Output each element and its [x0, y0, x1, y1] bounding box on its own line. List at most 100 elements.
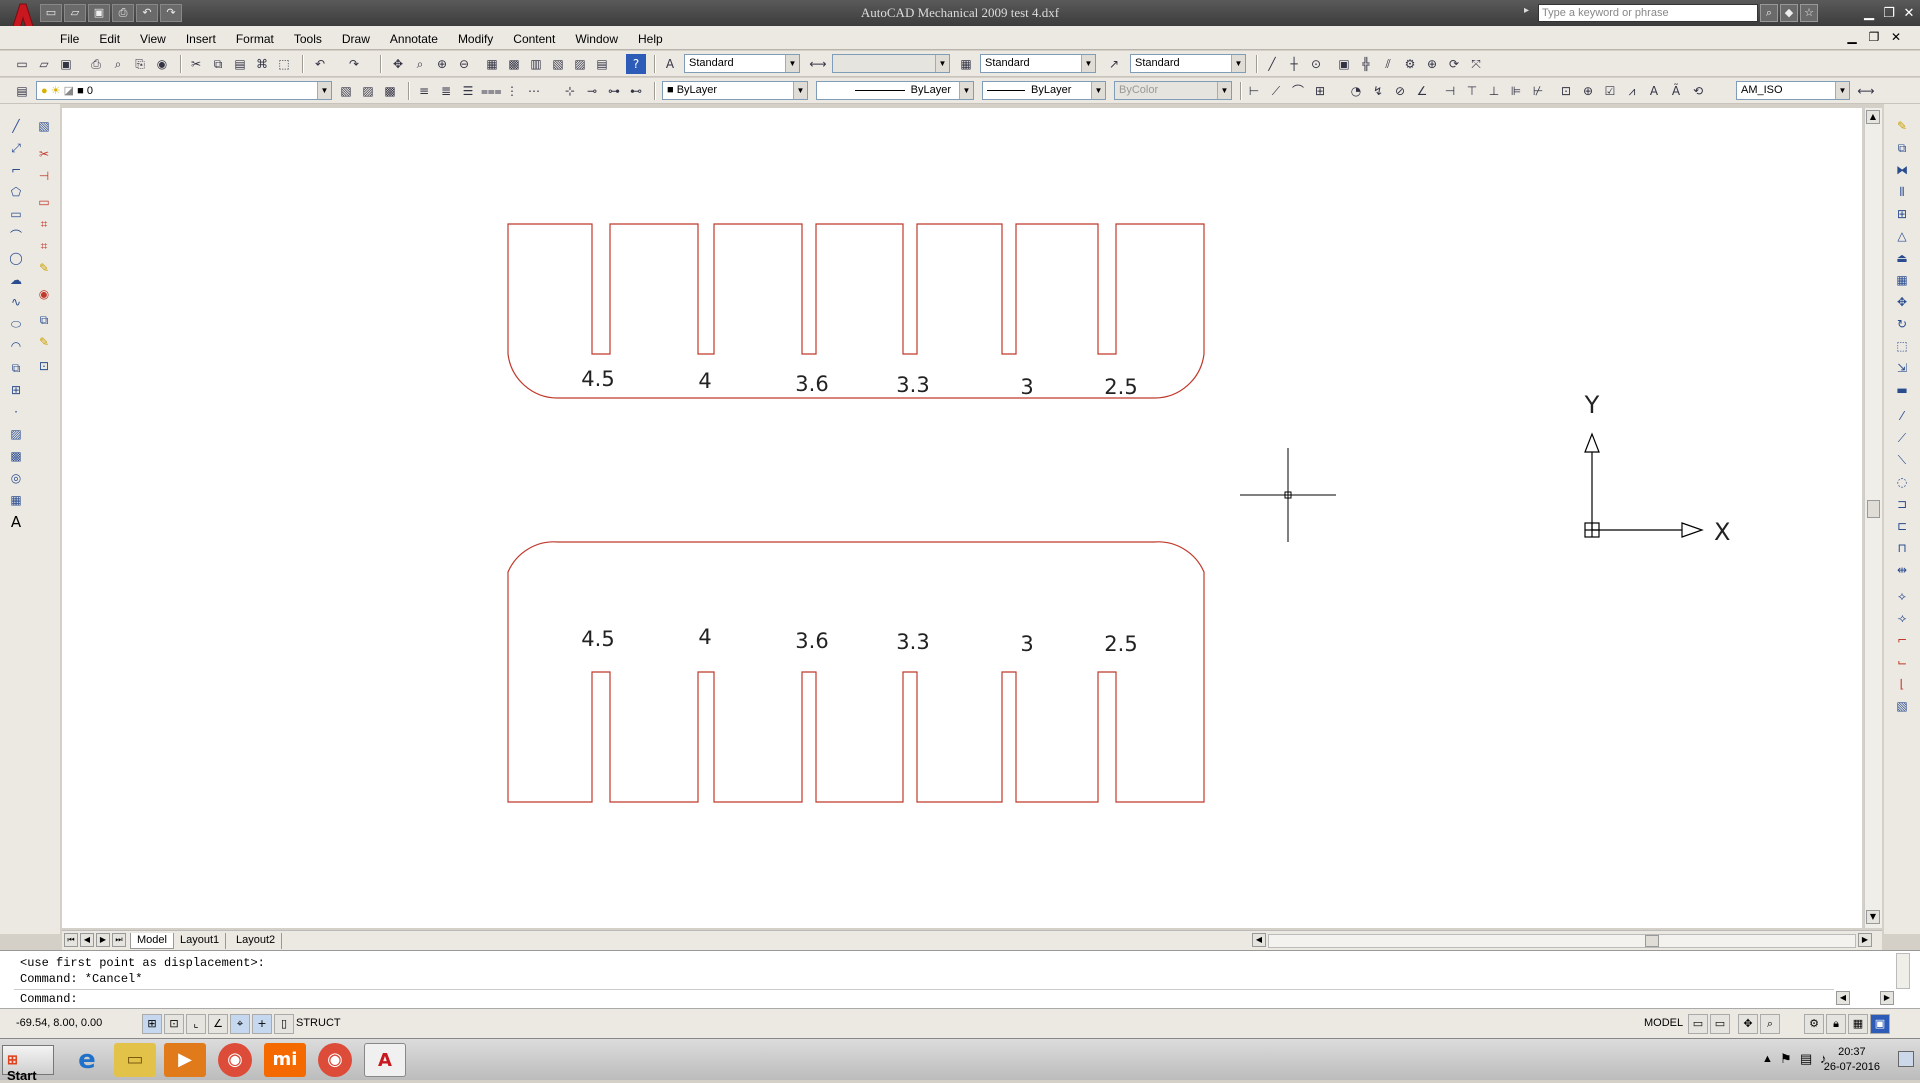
array-icon[interactable]: ⊞ [1892, 204, 1912, 224]
favorites-icon[interactable]: ☆ [1800, 4, 1818, 22]
tab-model[interactable]: Model [130, 933, 174, 949]
am-array-icon[interactable]: ▧ [1892, 696, 1912, 716]
dim-edit-icon[interactable]: A [1644, 81, 1664, 101]
dim-angular-icon[interactable]: ∠ [1412, 81, 1432, 101]
chamfer-icon[interactable]: ⌗ [34, 214, 54, 234]
scroll-up-icon[interactable]: ▲ [1866, 110, 1880, 124]
plot-icon[interactable]: ⎙ [86, 54, 106, 74]
layer-select[interactable]: ● ☀ ◪ ■ 0 ▼ [36, 81, 332, 100]
center-mark-icon[interactable]: ⊙ [1306, 54, 1326, 74]
center-mark-dim-icon[interactable]: ⊕ [1578, 81, 1598, 101]
extend-right-icon[interactable]: ⟋ [1892, 428, 1912, 448]
dim-space-icon[interactable]: ⊫ [1506, 81, 1526, 101]
menu-draw[interactable]: Draw [332, 30, 380, 48]
stretch-icon[interactable]: ⇲ [1892, 358, 1912, 378]
close-button[interactable]: ✕ [1898, 5, 1920, 23]
fillet-right-icon[interactable]: ⊓ [1892, 538, 1912, 558]
dynamic-ucs-icon[interactable]: ▯ [274, 1014, 294, 1034]
menu-format[interactable]: Format [226, 30, 284, 48]
quickcalc-icon[interactable]: ▤ [592, 54, 612, 74]
refresh-icon[interactable]: ⟳ [1444, 54, 1464, 74]
sheet-set-icon[interactable]: ▧ [548, 54, 568, 74]
scroll-right-icon[interactable]: ▶ [1858, 933, 1872, 947]
restore-button[interactable]: ❐ [1878, 5, 1900, 23]
menu-tools[interactable]: Tools [284, 30, 332, 48]
circle-icon[interactable]: ◯ [6, 248, 26, 268]
zoom-realtime-icon[interactable]: ⌕ [410, 54, 430, 74]
lock-icon[interactable]: 🔒︎ [1826, 1014, 1846, 1034]
mtext-icon[interactable]: A [6, 512, 26, 532]
dim-style-select[interactable]: ▼ [832, 54, 950, 73]
rectangle-icon[interactable]: ▭ [6, 204, 26, 224]
block-editor-icon[interactable]: ⬚ [274, 54, 294, 74]
dim-update-icon[interactable]: ⟲ [1688, 81, 1708, 101]
vertical-scrollbar[interactable]: ▲ ▼ [1864, 108, 1882, 928]
model-space-toggle[interactable]: MODEL [1644, 1017, 1683, 1029]
ortho-mode-icon[interactable]: ⌞ [186, 1014, 206, 1034]
dim-baseline-icon[interactable]: ⊤ [1462, 81, 1482, 101]
dim-linear-icon[interactable]: ⊢ [1244, 81, 1264, 101]
paste-icon[interactable]: ▤ [230, 54, 250, 74]
qnew-icon[interactable]: ▭ [12, 54, 32, 74]
tolerance-icon[interactable]: ⊡ [1556, 81, 1576, 101]
join-icon[interactable]: ⊐ [1892, 494, 1912, 514]
dim-break-icon[interactable]: ⊬ [1528, 81, 1548, 101]
plot-preview-icon[interactable]: ⌕ [108, 54, 128, 74]
tab-last-icon[interactable]: ⏭ [112, 933, 126, 947]
dim-continue-icon[interactable]: ⊥ [1484, 81, 1504, 101]
plotstyle-select[interactable]: ByColor ▼ [1114, 81, 1232, 100]
edit-icon[interactable]: ✎ [34, 332, 54, 352]
polar-tracking-icon[interactable]: ⊕ [1422, 54, 1442, 74]
lengthen-icon[interactable]: ▬ [1892, 380, 1912, 400]
dim-jogged-icon[interactable]: ↯ [1368, 81, 1388, 101]
vertical-scroll-thumb[interactable] [1867, 500, 1880, 518]
make-current-layer-icon[interactable]: ▧ [336, 81, 356, 101]
save-icon[interactable]: ▣ [88, 4, 110, 22]
revcloud-icon[interactable]: ☁ [6, 270, 26, 290]
gradient-icon[interactable]: ▩ [6, 446, 26, 466]
block-attribute-icon[interactable]: ⊡ [34, 356, 54, 376]
am-layer-10-icon[interactable]: ⊷ [626, 81, 646, 101]
menu-insert[interactable]: Insert [176, 30, 226, 48]
dim-radius-icon[interactable]: ◔ [1346, 81, 1366, 101]
search-icon[interactable]: ⌕ [1760, 4, 1778, 22]
communication-center-icon[interactable]: ◆ [1780, 4, 1798, 22]
dim-text-edit-icon[interactable]: Ã [1666, 81, 1686, 101]
construction-line-icon[interactable]: ⤢ [6, 138, 26, 158]
scale-icon[interactable]: ⬚ [1892, 336, 1912, 356]
point-icon[interactable]: · [6, 402, 26, 422]
am-layer-9-icon[interactable]: ⊶ [604, 81, 624, 101]
am-layer-8-icon[interactable]: ⊸ [582, 81, 602, 101]
cmd-scroll-right-icon[interactable]: ▶ [1880, 991, 1894, 1005]
fillet-icon[interactable]: ⌗ [34, 236, 54, 256]
region-icon[interactable]: ◎ [6, 468, 26, 488]
horizontal-scroll-thumb[interactable] [1645, 935, 1659, 947]
table-icon[interactable]: ▦ [6, 490, 26, 510]
am-layer-1-icon[interactable]: ≡ [414, 81, 434, 101]
menu-help[interactable]: Help [628, 30, 673, 48]
zoom-status-icon[interactable]: ⌕ [1760, 1014, 1780, 1034]
open-icon[interactable]: ▱ [64, 4, 86, 22]
match-properties-icon[interactable]: ⌘ [252, 54, 272, 74]
layer-tool-icon[interactable]: ▣ [1334, 54, 1354, 74]
snap-mode-icon[interactable]: ⊞ [142, 1014, 162, 1034]
markup-icon[interactable]: ▨ [570, 54, 590, 74]
tray-settings-icon[interactable]: ▦ [1848, 1014, 1868, 1034]
dim-style-icon[interactable]: ⟷ [808, 54, 828, 74]
polar-tracking-icon[interactable]: ∠ [208, 1014, 228, 1034]
extend-icon[interactable]: ⊣ [34, 166, 54, 186]
lineweight-select[interactable]: ByLayer ▼ [982, 81, 1106, 100]
quick-view-layouts-icon[interactable]: ▭ [1688, 1014, 1708, 1034]
am-layer-4-icon[interactable]: ⩶ [480, 81, 502, 101]
am-fillet-icon[interactable]: ⌐ [1892, 630, 1912, 650]
dim-aligned-icon[interactable]: ⟋ [1266, 81, 1286, 101]
design-center-icon[interactable]: ▩ [504, 54, 524, 74]
am-break-icon[interactable]: ⌊ [1892, 674, 1912, 694]
scroll-down-icon[interactable]: ▼ [1866, 910, 1880, 924]
rectangle-mod-icon[interactable]: ▭ [34, 192, 54, 212]
horizontal-scroll-track[interactable] [1268, 934, 1856, 948]
dim-ordinate-icon[interactable]: ⊞ [1310, 81, 1330, 101]
struct-toggle[interactable]: STRUCT [296, 1017, 341, 1029]
command-input[interactable]: Command: [14, 989, 1834, 1007]
break-at-point-icon[interactable]: ⟍ [1892, 450, 1912, 470]
